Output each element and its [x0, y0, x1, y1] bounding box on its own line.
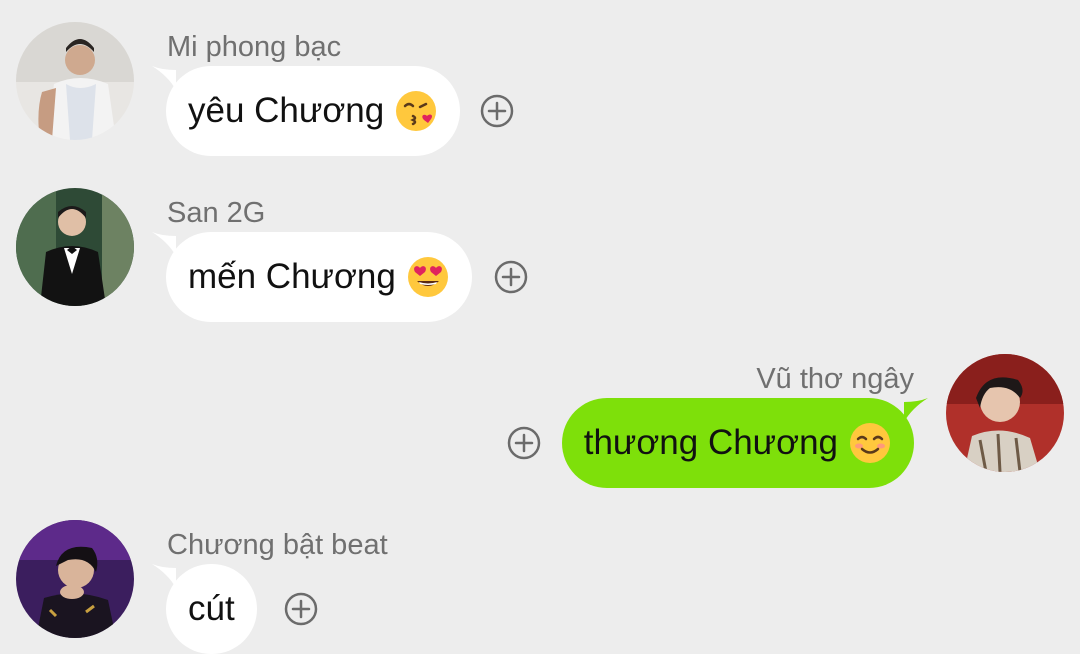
avatar[interactable] — [16, 188, 134, 306]
sender-name: Vũ thơ ngây — [756, 363, 914, 395]
add-reaction-icon[interactable] — [494, 260, 528, 294]
sender-name: Chương bật beat — [167, 529, 388, 561]
message-bubble[interactable]: cút — [166, 564, 257, 654]
chat-thread: Mi phong bạc yêu Chương San 2G mến Chươn… — [0, 0, 1080, 654]
heart-eyes-emoji — [406, 255, 450, 299]
add-reaction-icon[interactable] — [507, 426, 541, 460]
message-bubble[interactable]: thương Chương — [561, 398, 914, 488]
smiling-blush-emoji — [848, 421, 892, 465]
message-row: Chương bật beat cút — [0, 500, 1080, 654]
kissing-heart-emoji — [394, 89, 438, 133]
add-reaction-icon[interactable] — [480, 94, 514, 128]
bubble-tail — [904, 398, 928, 422]
message-text: cút — [188, 589, 235, 628]
avatar[interactable] — [946, 354, 1064, 472]
avatar[interactable] — [16, 520, 134, 638]
message-row: Vũ thơ ngây thương Chương — [0, 330, 1080, 500]
message-row: San 2G mến Chương — [0, 160, 1080, 330]
message-text: yêu Chương — [188, 91, 385, 130]
message-bubble[interactable]: yêu Chương — [166, 66, 461, 156]
message-bubble[interactable]: mến Chương — [166, 232, 472, 322]
message-text: mến Chương — [188, 257, 396, 296]
message-row: Mi phong bạc yêu Chương — [0, 0, 1080, 160]
avatar[interactable] — [16, 22, 134, 140]
message-text: thương Chương — [583, 423, 838, 462]
sender-name: Mi phong bạc — [167, 31, 342, 63]
sender-name: San 2G — [167, 197, 266, 229]
add-reaction-icon[interactable] — [284, 592, 318, 626]
